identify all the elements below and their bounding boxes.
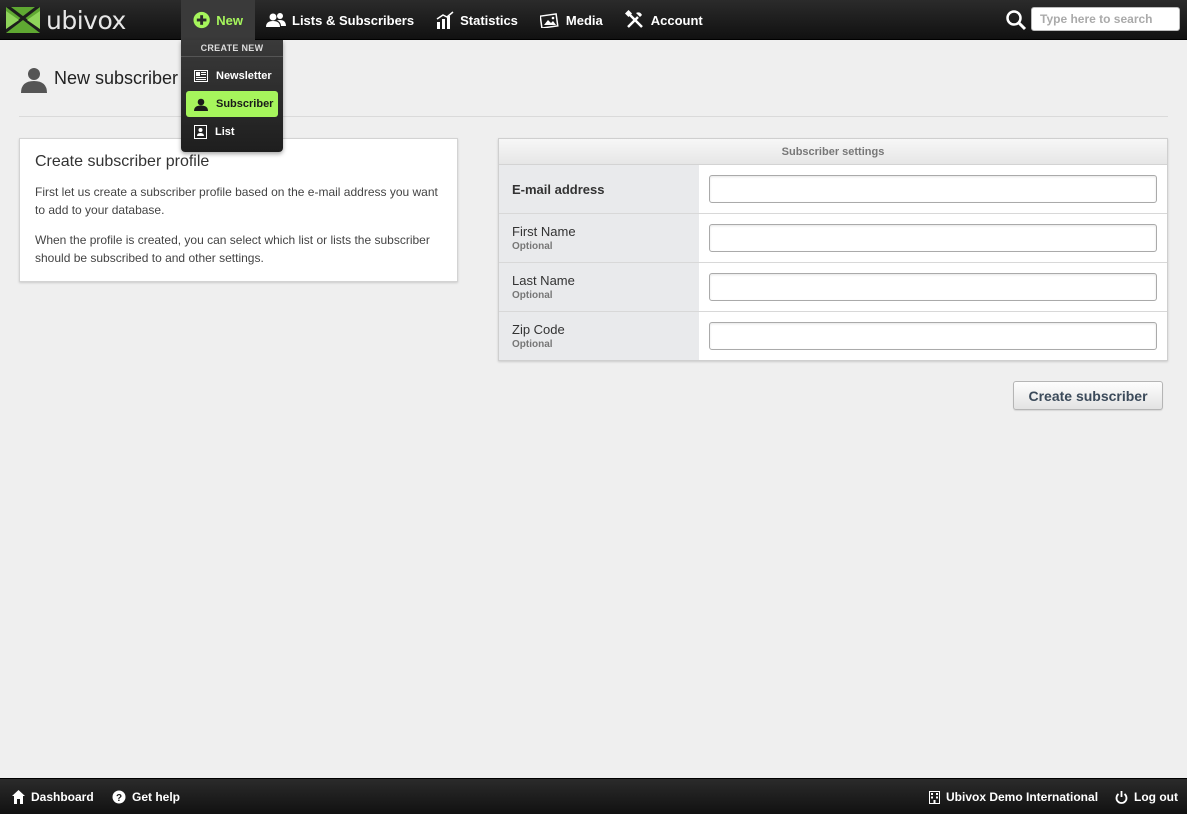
footer-dashboard-label: Dashboard [31, 790, 94, 804]
page-title: New subscriber [54, 68, 179, 88]
nav-statistics[interactable]: Statistics [425, 0, 529, 40]
help-icon: ? [112, 790, 126, 804]
nav-new[interactable]: New [181, 0, 255, 40]
users-icon [266, 13, 286, 27]
footer-help-label: Get help [132, 790, 181, 804]
bar-chart-icon [436, 11, 454, 29]
optional-hint: Optional [512, 241, 553, 252]
first-name-field[interactable] [709, 224, 1157, 252]
field-label: E-mail address [512, 181, 605, 197]
footer-organization-link[interactable]: Ubivox Demo International [929, 779, 1098, 814]
plus-circle-icon [193, 11, 210, 29]
info-paragraph: When the profile is created, you can sel… [35, 233, 430, 265]
dropdown-item-newsletter[interactable]: Newsletter [186, 63, 278, 89]
nav-account[interactable]: Account [614, 0, 714, 40]
form-row-email: E-mail address [499, 165, 1167, 214]
search-icon[interactable] [1005, 9, 1027, 31]
field-label-cell: Last Name Optional [499, 263, 699, 311]
footer-logout-label: Log out [1134, 790, 1178, 804]
list-icon [194, 125, 207, 139]
subscriber-settings-panel: Subscriber settings E-mail address First… [498, 138, 1168, 361]
nav-media[interactable]: Media [529, 0, 614, 40]
power-icon [1115, 790, 1128, 804]
optional-hint: Optional [512, 339, 553, 350]
info-box: Create subscriber profile First let us c… [19, 138, 458, 282]
newsletter-icon [194, 70, 208, 82]
nav-lists-subscribers[interactable]: Lists & Subscribers [255, 0, 425, 40]
field-label-cell: E-mail address [499, 165, 699, 213]
field-label-cell: Zip Code Optional [499, 312, 699, 360]
dropdown-item-label: List [215, 126, 235, 138]
dropdown-item-label: Newsletter [216, 70, 272, 82]
optional-hint: Optional [512, 290, 553, 301]
field-label: First Name [512, 224, 576, 239]
dropdown-item-list[interactable]: List [186, 119, 278, 145]
info-title: Create subscriber profile [35, 153, 210, 170]
form-row-first-name: First Name Optional [499, 214, 1167, 263]
nav-statistics-label: Statistics [460, 12, 518, 28]
tools-icon [624, 10, 643, 28]
nav-account-label: Account [650, 12, 703, 28]
settings-header: Subscriber settings [499, 139, 1167, 165]
home-icon [12, 790, 25, 804]
form-row-zip-code: Zip Code Optional [499, 312, 1167, 360]
dropdown-item-label: Subscriber [216, 98, 274, 110]
person-icon [194, 98, 208, 111]
image-icon [539, 13, 559, 28]
footer-help-link[interactable]: ? Get help [112, 779, 180, 814]
top-bar: ubivox New Lists & Subscribers Statistic… [0, 0, 1187, 40]
field-label: Last Name [512, 273, 575, 288]
create-new-dropdown: CREATE NEW Newsletter Subscriber List [181, 40, 283, 152]
app-name: ubivox [46, 5, 126, 35]
field-label-cell: First Name Optional [499, 214, 699, 262]
person-icon [21, 68, 47, 93]
last-name-field[interactable] [709, 273, 1157, 301]
email-field[interactable] [709, 175, 1157, 203]
zip-code-field[interactable] [709, 322, 1157, 350]
nav-media-label: Media [565, 12, 603, 28]
footer-organization-label: Ubivox Demo International [946, 790, 1099, 804]
app-logo[interactable]: ubivox [6, 5, 126, 35]
svg-text:?: ? [116, 793, 122, 804]
dropdown-header: CREATE NEW [181, 40, 283, 57]
form-row-last-name: Last Name Optional [499, 263, 1167, 312]
create-subscriber-button[interactable]: Create subscriber [1013, 381, 1163, 410]
nav-lists-label: Lists & Subscribers [292, 12, 415, 28]
footer-bar: Dashboard ? Get help Ubivox Demo Interna… [0, 778, 1187, 814]
footer-logout-link[interactable]: Log out [1115, 779, 1178, 814]
ubivox-logo-icon [6, 7, 40, 33]
nav-new-label: New [216, 12, 243, 28]
dropdown-item-subscriber[interactable]: Subscriber [186, 91, 278, 117]
footer-dashboard-link[interactable]: Dashboard [12, 779, 94, 814]
info-paragraph: First let us create a subscriber profile… [35, 185, 438, 217]
field-label: Zip Code [512, 322, 565, 337]
search-input[interactable] [1031, 7, 1180, 31]
main-nav: New Lists & Subscribers Statistics Media… [181, 0, 714, 40]
building-icon [929, 790, 940, 804]
